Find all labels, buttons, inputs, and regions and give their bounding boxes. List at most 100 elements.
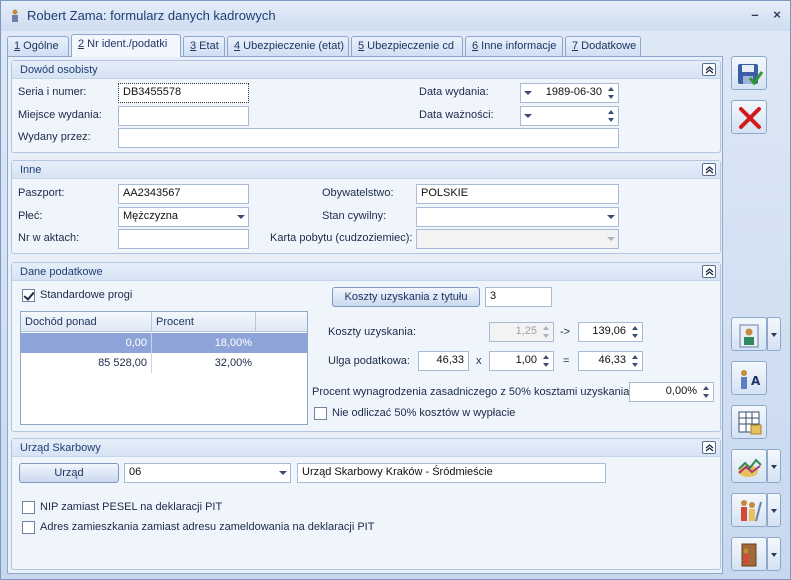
data-waznosci-input[interactable] [520, 106, 619, 126]
collapse-button[interactable] [702, 163, 716, 176]
section-header: Urząd Skarbowy [12, 439, 720, 457]
procent-wynagrodzenia-label: Procent wynagrodzenia zasadniczego z 50%… [312, 386, 633, 398]
cell-dochod: 85 528,00 [21, 353, 152, 373]
obywatelstwo-label: Obywatelstwo: [322, 187, 394, 199]
adres-checkbox[interactable] [22, 521, 35, 534]
cancel-button[interactable] [731, 100, 767, 134]
wydany-input[interactable] [118, 128, 619, 148]
cell-dochod: 0,00 [21, 333, 152, 353]
chevron-up-icon [705, 166, 714, 174]
tax-thresholds-table[interactable]: Dochód ponad Procent 0,00 18,00% 85 528,… [20, 311, 308, 425]
door-exit-icon [741, 543, 757, 567]
chevron-down-icon[interactable] [607, 215, 615, 219]
equals-label: = [563, 355, 570, 367]
spin-icon[interactable] [630, 324, 641, 340]
save-icon [738, 64, 764, 86]
tab-nr-ident-podatki[interactable]: 2 Nr ident./podatki [71, 34, 181, 57]
column-header-dochod[interactable]: Dochód ponad [21, 312, 152, 332]
exit-dropdown[interactable] [767, 537, 781, 571]
tab-ubezpieczenie-etat[interactable]: 4 Ubezpieczenie (etat) [227, 36, 349, 56]
data-wydania-input[interactable]: 1989-06-30 [520, 83, 619, 103]
text-edit-button[interactable]: A [731, 361, 767, 395]
section-dowod-osobisty: Dowód osobisty Seria i numer: DB3455578 … [11, 60, 721, 153]
koszty-label: Koszty uzyskania: [328, 326, 417, 338]
koszty-uzyskania-button[interactable]: Koszty uzyskania z tytułu [332, 287, 480, 307]
nie-odliczac-checkbox[interactable] [314, 407, 327, 420]
koszty-value2-input[interactable]: 139,06 [578, 322, 643, 342]
collapse-button[interactable] [702, 441, 716, 454]
karta-pobytu-label: Karta pobytu (cudzoziemiec): [270, 232, 413, 244]
cancel-icon [739, 107, 761, 129]
procent-wynagrodzenia-input[interactable]: 0,00% [629, 382, 714, 402]
spin-icon[interactable] [701, 384, 712, 400]
paszport-input[interactable]: AA2343567 [118, 184, 249, 204]
urzad-name-field: Urząd Skarbowy Kraków - Śródmieście [297, 463, 606, 483]
times-label: x [476, 355, 482, 367]
ulga-value3-input[interactable]: 46,33 [578, 351, 643, 371]
chevron-down-icon[interactable] [237, 215, 245, 219]
people-dropdown[interactable] [767, 493, 781, 527]
obywatelstwo-input[interactable]: POLSKIE [416, 184, 619, 204]
spin-icon[interactable] [606, 108, 617, 124]
minimize-button[interactable]: – [747, 7, 763, 23]
stan-cywilny-select[interactable] [416, 207, 619, 227]
urzad-button[interactable]: Urząd [19, 463, 119, 483]
nr-akt-input[interactable] [118, 229, 249, 249]
collapse-button[interactable] [702, 63, 716, 76]
section-title: Urząd Skarbowy [20, 442, 101, 454]
table-row[interactable]: 0,00 18,00% [21, 333, 307, 353]
chevron-down-icon[interactable] [279, 471, 287, 475]
ulga-label: Ulga podatkowa: [328, 355, 410, 367]
collapse-button[interactable] [702, 265, 716, 278]
section-title: Inne [20, 164, 42, 176]
id-card-icon [739, 324, 759, 348]
paszport-label: Paszport: [18, 187, 65, 199]
calendar-dropdown-icon[interactable] [524, 114, 532, 118]
tab-dodatkowe[interactable]: 7 Dodatkowe [565, 36, 641, 56]
urzad-code-select[interactable]: 06 [124, 463, 291, 483]
title-bar: Robert Zama: formularz danych kadrowych … [1, 1, 790, 31]
person-text-icon: A [741, 370, 761, 389]
table-row[interactable]: 85 528,00 32,00% [21, 353, 307, 373]
plec-select[interactable]: Mężczyzna [118, 207, 249, 227]
plec-label: Płeć: [18, 210, 43, 222]
seria-input[interactable]: DB3455578 [118, 83, 249, 103]
koszty-count-input[interactable]: 3 [485, 287, 552, 307]
chart-icon [738, 458, 762, 477]
window-title: Robert Zama: formularz danych kadrowych [27, 8, 276, 23]
close-button[interactable]: × [769, 7, 785, 23]
data-wydania-label: Data wydania: [419, 86, 489, 98]
save-button[interactable] [731, 56, 767, 90]
seria-label: Seria i numer: [18, 86, 87, 98]
employee-card-dropdown[interactable] [767, 317, 781, 351]
tab-inne-informacje[interactable]: 6 Inne informacje [465, 36, 563, 56]
chart-button[interactable] [731, 449, 767, 483]
tab-etat[interactable]: 3 Etat [183, 36, 225, 56]
karta-pobytu-select [416, 229, 619, 249]
spin-icon[interactable] [541, 353, 552, 369]
spin-icon[interactable] [606, 85, 617, 101]
adres-label: Adres zamieszkania zamiast adresu zameld… [40, 521, 375, 533]
calendar-dropdown-icon[interactable] [524, 91, 532, 95]
tab-ogolne[interactable]: 1 Ogólne [7, 36, 69, 56]
tab-ubezpieczenie-cd[interactable]: 5 Ubezpieczenie cd [351, 36, 463, 56]
nip-checkbox[interactable] [22, 501, 35, 514]
chevron-up-icon [705, 268, 714, 276]
tab-content: Dowód osobisty Seria i numer: DB3455578 … [7, 56, 723, 574]
column-header-procent[interactable]: Procent [152, 312, 256, 332]
employee-card-button[interactable] [731, 317, 767, 351]
people-button[interactable] [731, 493, 767, 527]
nr-akt-label: Nr w aktach: [18, 232, 80, 244]
chart-dropdown[interactable] [767, 449, 781, 483]
spin-icon[interactable] [630, 353, 641, 369]
stan-cywilny-label: Stan cywilny: [322, 210, 387, 222]
standardowe-progi-checkbox[interactable] [22, 289, 35, 302]
table-button[interactable] [731, 405, 767, 439]
nie-odliczac-label: Nie odliczać 50% kosztów w wypłacie [332, 407, 516, 419]
exit-button[interactable] [731, 537, 767, 571]
ulga-value2-input[interactable]: 1,00 [489, 351, 554, 371]
standardowe-progi-label: Standardowe progi [40, 289, 133, 301]
section-inne: Inne Paszport: AA2343567 Płeć: Mężczyzna… [11, 160, 721, 254]
miejsce-input[interactable] [118, 106, 249, 126]
cell-procent: 18,00% [214, 337, 252, 349]
